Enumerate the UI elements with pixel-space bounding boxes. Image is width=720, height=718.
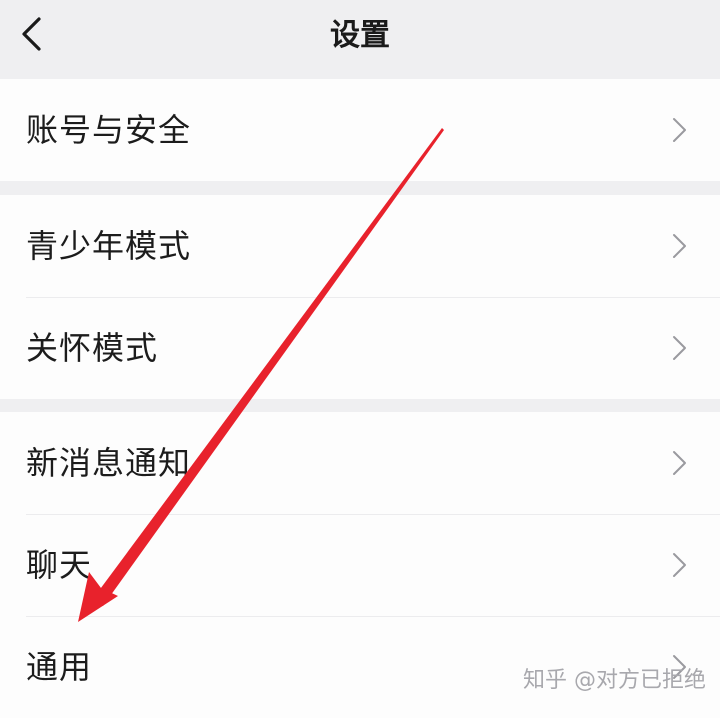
watermark: 知乎 @对方已拒绝 bbox=[523, 668, 706, 693]
chevron-right-icon bbox=[673, 451, 686, 475]
settings-item-care-mode[interactable]: 关怀模式 bbox=[0, 297, 720, 399]
settings-group-modes: 青少年模式 关怀模式 bbox=[0, 195, 720, 399]
page-title: 设置 bbox=[330, 18, 390, 53]
settings-item-teen-mode[interactable]: 青少年模式 bbox=[0, 195, 720, 297]
settings-item-label: 聊天 bbox=[26, 546, 93, 584]
settings-item-new-message-notification[interactable]: 新消息通知 bbox=[0, 412, 720, 514]
settings-item-label: 通用 bbox=[26, 648, 93, 686]
settings-item-account-security[interactable]: 账号与安全 bbox=[0, 79, 720, 181]
settings-group-account: 账号与安全 bbox=[0, 79, 720, 181]
chevron-right-icon bbox=[673, 553, 686, 577]
chevron-right-icon bbox=[673, 234, 686, 258]
chevron-right-icon bbox=[673, 118, 686, 142]
settings-item-label: 新消息通知 bbox=[26, 444, 192, 482]
nav-header: 设置 bbox=[0, 0, 720, 76]
chevron-right-icon bbox=[673, 336, 686, 360]
settings-item-label: 关怀模式 bbox=[26, 329, 159, 367]
settings-item-chat[interactable]: 聊天 bbox=[0, 514, 720, 616]
settings-item-label: 青少年模式 bbox=[26, 227, 192, 265]
settings-item-label: 账号与安全 bbox=[26, 111, 192, 149]
